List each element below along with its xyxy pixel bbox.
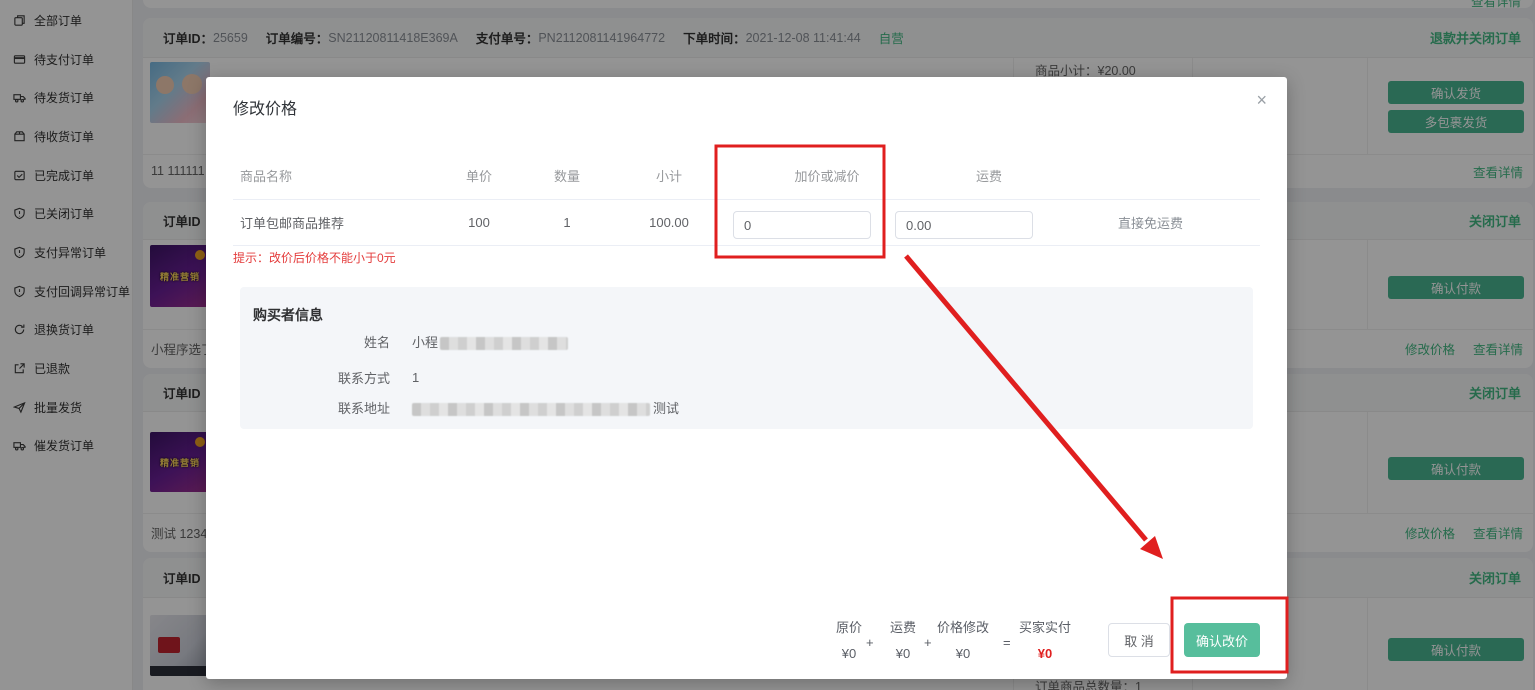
close-icon[interactable]: × — [1256, 91, 1267, 109]
buyer-info-title: 购买者信息 — [253, 305, 323, 325]
price-table-row: 订单包邮商品推荐 100 1 100.00 直接免运费 — [233, 200, 1260, 246]
col-subtotal: 小计 — [609, 152, 729, 199]
adjust-price-input[interactable] — [733, 211, 871, 239]
buyer-phone-value: 1 — [412, 370, 419, 385]
col-adjust: 加价或减价 — [733, 152, 921, 199]
quantity: 1 — [525, 200, 609, 245]
buyer-name-value: 小程 — [412, 332, 568, 351]
col-product-name: 商品名称 — [240, 152, 430, 199]
free-shipping-label[interactable]: 直接免运费 — [1083, 200, 1218, 245]
buyer-address-label: 联系地址 — [240, 398, 412, 417]
price-hint-text: 提示：改价后价格不能小于0元 — [233, 249, 396, 266]
col-freight: 运费 — [895, 152, 1083, 199]
buyer-phone-label: 联系方式 — [240, 368, 412, 387]
summary-modify: 价格修改¥0 — [918, 617, 1008, 661]
buyer-address-value: 测试 — [412, 398, 679, 417]
col-quantity: 数量 — [525, 152, 609, 199]
summary-paid: 买家实付¥0 — [1000, 617, 1090, 661]
buyer-name-label: 姓名 — [240, 332, 412, 351]
redacted-name — [440, 337, 568, 350]
price-table-header: 商品名称 单价 数量 小计 加价或减价 运费 — [233, 152, 1260, 200]
subtotal: 100.00 — [609, 200, 729, 245]
col-unit-price: 单价 — [433, 152, 525, 199]
confirm-price-button[interactable]: 确认改价 — [1184, 623, 1260, 657]
freight-input[interactable] — [895, 211, 1033, 239]
modify-price-modal: 修改价格 × 商品名称 单价 数量 小计 加价或减价 运费 订单包邮商品推荐 1… — [206, 77, 1287, 679]
unit-price: 100 — [433, 200, 525, 245]
cancel-button[interactable]: 取 消 — [1108, 623, 1170, 657]
buyer-paid-amount: ¥0 — [1000, 646, 1090, 661]
product-name: 订单包邮商品推荐 — [240, 200, 430, 245]
modal-title: 修改价格 — [233, 95, 297, 119]
buyer-info-panel: 购买者信息 姓名 小程 联系方式 1 联系地址 测试 — [240, 287, 1253, 429]
redacted-address — [412, 403, 650, 416]
